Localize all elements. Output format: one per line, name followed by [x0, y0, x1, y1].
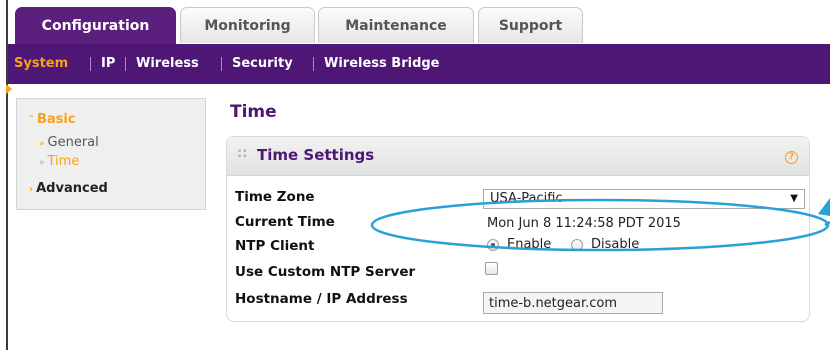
subnav-divider	[90, 57, 91, 71]
sidebar-item-label: Basic	[37, 112, 76, 127]
main-tab-bar: Configuration Monitoring Maintenance Sup…	[8, 0, 830, 44]
sidebar-item-label: General	[47, 135, 99, 150]
double-chevron-right-icon: »	[39, 158, 45, 168]
subnav-wireless-bridge[interactable]: Wireless Bridge	[324, 44, 440, 84]
tab-monitoring[interactable]: Monitoring	[180, 7, 315, 43]
double-chevron-right-icon: »	[39, 139, 45, 149]
subnav-system[interactable]: System	[14, 44, 68, 84]
annotation-arrowhead-icon	[818, 198, 830, 216]
ntp-disable-label: Disable	[591, 237, 640, 252]
help-icon[interactable]: ?	[785, 151, 798, 164]
page-title: Time	[230, 102, 277, 122]
subnav-wireless[interactable]: Wireless	[136, 44, 199, 84]
sub-nav-bar: System IP Wireless Security Wireless Bri…	[8, 44, 830, 84]
sidebar-item-basic[interactable]: ˆ Basic	[29, 112, 76, 127]
time-zone-label: Time Zone	[235, 189, 315, 205]
sidebar: ˆ Basic » General » Time › Advanced	[16, 98, 206, 210]
subnav-ip[interactable]: IP	[101, 44, 115, 84]
panel-header: :: Time Settings ?	[227, 137, 809, 176]
chevron-right-icon: ›	[29, 184, 34, 195]
drag-handle-icon: ::	[237, 146, 248, 161]
panel-title: Time Settings	[257, 146, 375, 164]
current-time-value: Mon Jun 8 11:24:58 PDT 2015	[487, 216, 681, 231]
time-settings-panel: :: Time Settings ? Time Zone USA-Pacific…	[226, 136, 810, 322]
nav-indicator-arrow	[6, 84, 12, 94]
tab-maintenance[interactable]: Maintenance	[318, 7, 474, 43]
subnav-divider	[221, 57, 222, 71]
sidebar-item-label: Advanced	[36, 181, 108, 196]
ntp-enable-label: Enable	[507, 237, 552, 252]
subnav-security[interactable]: Security	[232, 44, 293, 84]
time-zone-select[interactable]: USA-Pacific ▼	[483, 189, 805, 209]
ntp-disable-radio[interactable]	[571, 239, 583, 251]
tab-support[interactable]: Support	[478, 7, 583, 43]
ntp-client-label: NTP Client	[235, 238, 315, 254]
chevron-down-icon: ˆ	[29, 115, 34, 126]
tab-configuration[interactable]: Configuration	[15, 7, 176, 44]
sidebar-item-general[interactable]: » General	[39, 135, 99, 150]
sidebar-item-label: Time	[47, 154, 80, 169]
current-time-label: Current Time	[235, 214, 335, 230]
custom-ntp-checkbox[interactable]	[485, 262, 498, 275]
sidebar-item-advanced[interactable]: › Advanced	[29, 181, 108, 196]
hostname-input[interactable]	[483, 292, 663, 314]
dropdown-arrow-icon: ▼	[790, 193, 798, 204]
annotation-arrow-line	[824, 220, 830, 227]
hostname-label: Hostname / IP Address	[235, 291, 408, 307]
time-zone-value: USA-Pacific	[490, 191, 563, 206]
subnav-divider	[125, 57, 126, 71]
subnav-divider	[313, 57, 314, 71]
ntp-enable-radio[interactable]	[487, 239, 499, 251]
custom-ntp-label: Use Custom NTP Server	[235, 264, 416, 280]
sidebar-item-time[interactable]: » Time	[39, 154, 79, 169]
